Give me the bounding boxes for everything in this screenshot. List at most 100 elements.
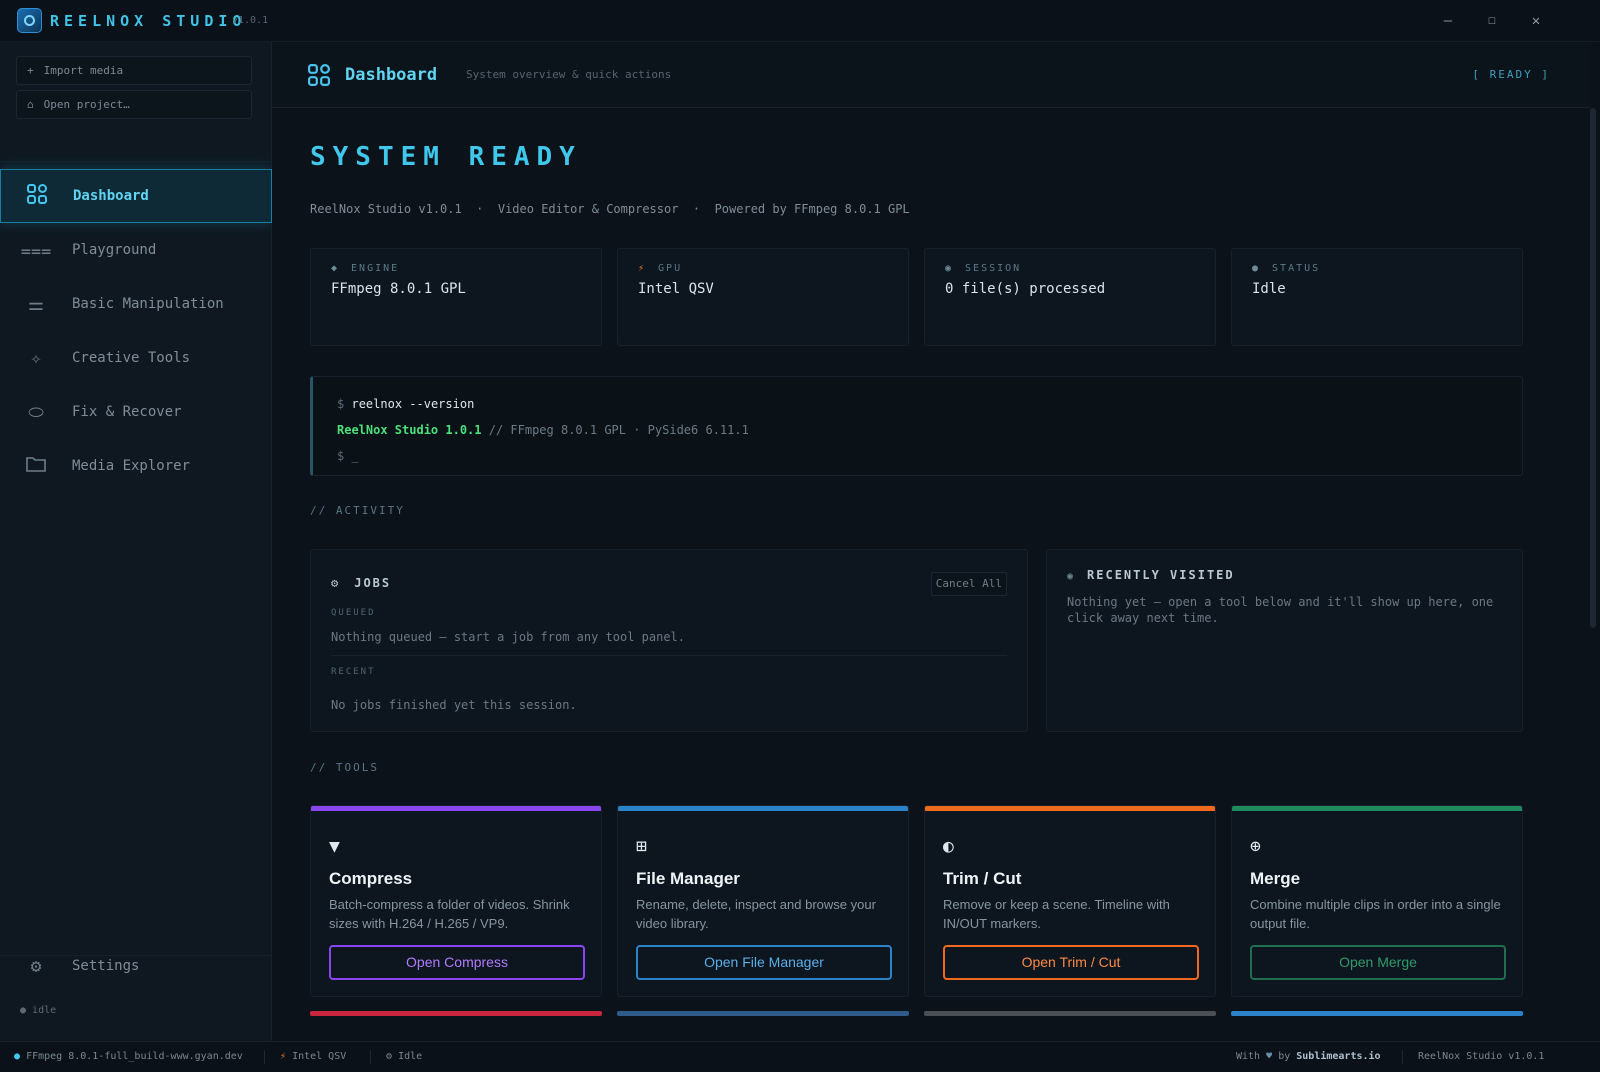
session-icon: ◉ bbox=[945, 263, 954, 274]
sidebar-item-label: Playground bbox=[72, 242, 157, 258]
tool-card-next-row bbox=[617, 1011, 909, 1016]
stat-value: FFmpeg 8.0.1 GPL bbox=[331, 281, 466, 297]
sidebar-item-fix-recover[interactable]: ⬭ Fix & Recover bbox=[0, 385, 272, 439]
queued-text: Nothing queued — start a job from any to… bbox=[331, 630, 686, 644]
title-bar: REELNOX STUDIO v1.0.1 — ☐ ✕ bbox=[0, 0, 1600, 42]
tool-description: Batch-compress a folder of videos. Shrin… bbox=[329, 897, 570, 931]
credit-link[interactable]: Sublimearts.io bbox=[1296, 1051, 1380, 1062]
merge-icon: ⊕ bbox=[1250, 836, 1261, 857]
main-content: Dashboard System overview & quick action… bbox=[272, 42, 1600, 1041]
open-project-button[interactable]: ⌂ Open project… bbox=[16, 90, 252, 119]
tool-description: Remove or keep a scene. Timeline with IN… bbox=[943, 897, 1170, 931]
version-terminal: $ reelnox --version ReelNox Studio 1.0.1… bbox=[310, 376, 1523, 476]
sidebar-item-label: Media Explorer bbox=[72, 458, 191, 474]
hero-title: SYSTEM READY bbox=[310, 142, 582, 172]
page-subtitle: System overview & quick actions bbox=[466, 68, 672, 81]
open-compress-button[interactable]: Open Compress bbox=[329, 945, 585, 980]
tool-description: Combine multiple clips in order into a s… bbox=[1250, 897, 1501, 931]
file-manager-icon: ⊞ bbox=[636, 836, 647, 857]
plus-icon: + bbox=[27, 64, 34, 77]
app-version: v1.0.1 bbox=[232, 15, 269, 26]
scrollbar[interactable] bbox=[1590, 108, 1596, 628]
stat-label: ⚡ GPU bbox=[638, 263, 682, 274]
tool-name: Compress bbox=[329, 869, 413, 888]
app-version-status: ReelNox Studio v1.0.1 bbox=[1418, 1051, 1545, 1062]
diamond-icon: ◆ bbox=[331, 263, 340, 274]
heart-icon: ♥ bbox=[1266, 1051, 1273, 1062]
gear-icon: ⚙ bbox=[386, 1051, 393, 1062]
engine-state-label: Idle bbox=[398, 1051, 423, 1062]
jobs-divider bbox=[331, 655, 1007, 656]
stat-card-engine: ◆ ENGINE FFmpeg 8.0.1 GPL bbox=[310, 248, 602, 346]
terminal-line-command: $ reelnox --version bbox=[337, 391, 1498, 417]
status-separator bbox=[370, 1050, 371, 1064]
stat-value: Intel QSV bbox=[638, 281, 714, 297]
jobs-title-text: JOBS bbox=[354, 576, 392, 590]
page-header: Dashboard System overview & quick action… bbox=[272, 42, 1590, 108]
ready-indicator: [ READY ] bbox=[1472, 68, 1550, 81]
sidebar-item-media-explorer[interactable]: Media Explorer bbox=[0, 439, 272, 493]
recent-jobs-text: No jobs finished yet this session. bbox=[331, 698, 577, 712]
tool-card-next-row bbox=[924, 1011, 1216, 1016]
trim-icon: ◐ bbox=[943, 836, 954, 857]
sidebar-item-playground[interactable]: ⩶ Playground bbox=[0, 223, 272, 277]
import-media-button[interactable]: + Import media bbox=[16, 56, 252, 85]
stat-label-text: ENGINE bbox=[351, 263, 400, 274]
credit: With ♥ by Sublimearts.io bbox=[1236, 1051, 1381, 1062]
close-icon[interactable]: ✕ bbox=[1524, 10, 1548, 32]
lightning-icon: ⚡ bbox=[638, 263, 647, 274]
maximize-icon[interactable]: ☐ bbox=[1480, 10, 1504, 32]
credit-by: by bbox=[1278, 1051, 1291, 1062]
recently-visited-panel: ◉ RECENTLY VISITED Nothing yet — open a t… bbox=[1046, 549, 1523, 732]
tool-accent-bar bbox=[311, 806, 601, 811]
sidebar-item-creative-tools[interactable]: ✧ Creative Tools bbox=[0, 331, 272, 385]
sidebar-item-label: Dashboard bbox=[73, 188, 149, 204]
recent-label: RECENT bbox=[331, 667, 376, 677]
ffmpeg-status: ● FFmpeg 8.0.1-full_build-www.gyan.dev bbox=[14, 1051, 243, 1062]
sidebar-item-settings[interactable]: ⚙ Settings bbox=[0, 939, 272, 993]
app-logo-icon bbox=[17, 8, 42, 33]
sparkle-icon: ✧ bbox=[30, 347, 42, 369]
tool-description: Rename, delete, inspect and browse your … bbox=[636, 897, 876, 931]
gear-icon: ⚙ bbox=[30, 955, 42, 977]
stat-card-status: ● STATUS Idle bbox=[1231, 248, 1523, 346]
open-merge-button[interactable]: Open Merge bbox=[1250, 945, 1506, 980]
stat-label: ◉ SESSION bbox=[945, 263, 1021, 274]
open-project-label: Open project… bbox=[43, 98, 130, 111]
terminal-line-cursor: $ _ bbox=[337, 443, 1498, 469]
bandage-icon: ⬭ bbox=[28, 401, 44, 423]
jobs-title: ⚙ JOBS bbox=[331, 576, 391, 590]
open-file-manager-button[interactable]: Open File Manager bbox=[636, 945, 892, 980]
sidebar-item-label: Creative Tools bbox=[72, 350, 191, 366]
gpu-status-label: Intel QSV bbox=[292, 1051, 347, 1062]
tool-card-merge: ⊕ Merge Combine multiple clips in order … bbox=[1231, 805, 1523, 997]
cancel-all-button[interactable]: Cancel All bbox=[930, 572, 1007, 596]
sidebar-item-basic-manipulation[interactable]: ⚌ Basic Manipulation bbox=[0, 277, 272, 331]
minimize-icon[interactable]: — bbox=[1436, 10, 1460, 32]
stat-card-gpu: ⚡ GPU Intel QSV bbox=[617, 248, 909, 346]
sidebar-item-dashboard[interactable]: Dashboard bbox=[0, 169, 272, 223]
tool-card-compress: ▼ Compress Batch-compress a folder of vi… bbox=[310, 805, 602, 997]
tool-name: Merge bbox=[1250, 869, 1301, 888]
activity-section-label: // ACTIVITY bbox=[310, 504, 405, 517]
page-title: Dashboard bbox=[345, 65, 438, 85]
gear-icon: ⚙ bbox=[331, 576, 341, 590]
stat-label-text: SESSION bbox=[965, 263, 1022, 274]
dot-icon: ● bbox=[1252, 263, 1261, 274]
tool-accent-bar bbox=[1232, 806, 1522, 811]
open-trim-cut-button[interactable]: Open Trim / Cut bbox=[943, 945, 1199, 980]
sidebar-divider bbox=[0, 161, 272, 162]
tool-card-next-row bbox=[310, 1011, 602, 1016]
history-icon: ◉ bbox=[1067, 571, 1076, 582]
sliders-icon: ⚌ bbox=[27, 293, 45, 315]
folder-icon bbox=[0, 455, 72, 478]
engine-state: ⚙ Idle bbox=[386, 1051, 422, 1062]
recently-visited-text: Nothing yet — open a tool below and it'l… bbox=[1067, 595, 1494, 625]
terminal-output-main: ReelNox Studio 1.0.1 bbox=[337, 423, 482, 437]
terminal-prompt: $ bbox=[337, 397, 345, 411]
terminal-cursor: _ bbox=[351, 449, 359, 463]
grid-icon bbox=[308, 64, 330, 91]
terminal-prompt: $ bbox=[337, 449, 345, 463]
stat-label: ● STATUS bbox=[1252, 263, 1320, 274]
terminal-command: reelnox --version bbox=[351, 397, 475, 411]
